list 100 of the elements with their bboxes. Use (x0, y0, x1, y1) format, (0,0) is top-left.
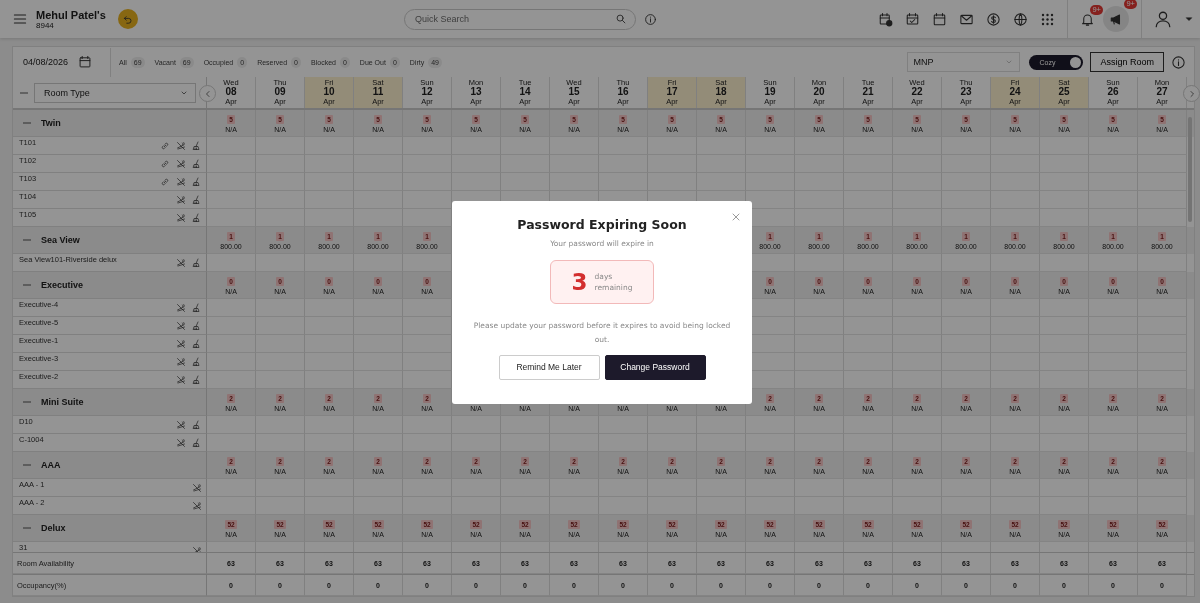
broom-icon[interactable] (192, 321, 202, 331)
date-label: 13 (470, 87, 482, 98)
calendar-check-icon[interactable] (905, 11, 920, 27)
no-smoking-icon[interactable] (176, 159, 186, 169)
dollar-icon[interactable] (986, 11, 1001, 27)
group-name: Delux (41, 523, 66, 533)
remind-later-button[interactable]: Remind Me Later (498, 354, 600, 380)
broom-icon[interactable] (192, 195, 202, 205)
date-label: 22 (911, 87, 923, 98)
no-smoking-icon[interactable] (176, 438, 186, 448)
no-smoking-icon[interactable] (176, 177, 186, 187)
globe-icon[interactable] (1013, 11, 1028, 27)
date-label: 09 (274, 87, 286, 98)
calendar-icon[interactable] (78, 55, 93, 69)
calendar-cell[interactable] (207, 317, 256, 335)
calendar-cell[interactable] (1138, 137, 1187, 155)
broom-icon[interactable] (192, 303, 202, 313)
no-smoking-icon[interactable] (176, 321, 186, 331)
days-count: 3 (571, 269, 588, 295)
calendar-cell[interactable] (1138, 155, 1187, 173)
bell-icon[interactable] (1080, 11, 1095, 27)
group-name: Executive (41, 280, 84, 290)
link-icon[interactable] (160, 159, 170, 169)
calendar-cell[interactable] (207, 353, 256, 371)
date-label: 11 (372, 87, 384, 98)
no-smoking-icon[interactable] (176, 258, 186, 268)
no-smoking-icon[interactable] (176, 375, 186, 385)
apps-icon[interactable] (1040, 11, 1055, 27)
broom-icon[interactable] (192, 141, 202, 151)
date-label: 23 (960, 87, 972, 98)
date-label: 19 (764, 87, 776, 98)
calendar-cell[interactable] (207, 299, 256, 317)
no-smoking-icon[interactable] (192, 483, 202, 493)
calendar-icon[interactable] (932, 11, 947, 27)
next-button[interactable] (1183, 85, 1200, 102)
date-label: 15 (568, 87, 580, 98)
no-smoking-icon[interactable] (192, 501, 202, 511)
link-icon[interactable] (160, 141, 170, 151)
broom-icon[interactable] (192, 357, 202, 367)
room-type-select[interactable]: Room Type (34, 82, 196, 103)
date-label: 14 (519, 87, 531, 98)
date-label: 25 (1058, 87, 1070, 98)
calendar-cell[interactable] (207, 479, 256, 497)
assign-room-button[interactable]: Assign Room (1090, 52, 1164, 72)
change-password-button[interactable]: Change Password (604, 354, 706, 380)
no-smoking-icon[interactable] (176, 357, 186, 367)
property-name: Mehul Patel's (36, 8, 106, 21)
calendar-cell[interactable] (1138, 173, 1187, 191)
no-smoking-icon[interactable] (176, 339, 186, 349)
date-label: 24 (1009, 87, 1021, 98)
broom-icon[interactable] (192, 177, 202, 187)
broom-icon[interactable] (192, 258, 202, 268)
announcement-button[interactable] (1103, 6, 1129, 32)
no-smoking-icon[interactable] (176, 420, 186, 430)
date-label: 17 (666, 87, 678, 98)
broom-icon[interactable] (192, 213, 202, 223)
group-name: Twin (41, 118, 61, 128)
undo-button[interactable] (117, 9, 138, 29)
rate-plan-dropdown[interactable]: MNP (907, 52, 1021, 72)
date-field[interactable]: 04/08/2026 (13, 47, 111, 77)
calendar-cell[interactable] (207, 137, 256, 155)
calendar-add-icon[interactable] (878, 11, 893, 27)
calendar-cell[interactable] (403, 191, 452, 209)
group-name: AAA (41, 460, 61, 470)
broom-icon[interactable] (192, 375, 202, 385)
no-smoking-icon[interactable] (176, 195, 186, 205)
previous-button[interactable] (199, 85, 216, 102)
date-label: 16 (617, 87, 629, 98)
date-label: 20 (813, 87, 825, 98)
broom-icon[interactable] (192, 420, 202, 430)
menu-icon[interactable] (12, 11, 28, 27)
group-name: Mini Suite (41, 397, 84, 407)
undo-icon (121, 13, 134, 25)
calendar-cell[interactable] (207, 335, 256, 353)
date-label: 27 (1156, 87, 1168, 98)
date-label: 26 (1107, 87, 1119, 98)
date-label: 21 (862, 87, 874, 98)
calendar-cell[interactable] (207, 173, 256, 191)
calendar-cell[interactable] (207, 155, 256, 173)
calendar-cell[interactable] (1138, 191, 1187, 209)
info-icon[interactable] (644, 12, 657, 26)
no-smoking-icon[interactable] (176, 213, 186, 223)
date-label: 08 (225, 87, 237, 98)
calendar-cell[interactable] (207, 416, 256, 434)
user-icon[interactable] (1154, 10, 1172, 28)
caret-icon[interactable] (1184, 14, 1194, 24)
no-smoking-icon[interactable] (176, 141, 186, 151)
close-icon[interactable] (730, 211, 742, 223)
group-name: Sea View (41, 235, 80, 245)
property-code: 8944 (36, 20, 55, 30)
search-icon[interactable] (615, 12, 627, 25)
link-icon[interactable] (160, 177, 170, 187)
search-field[interactable]: Quick Search (404, 8, 636, 30)
calendar-cell[interactable] (207, 191, 256, 209)
broom-icon[interactable] (192, 159, 202, 169)
no-smoking-icon[interactable] (176, 303, 186, 313)
broom-icon[interactable] (192, 339, 202, 349)
broom-icon[interactable] (192, 438, 202, 448)
info-icon[interactable] (1171, 54, 1186, 70)
date-label: 10 (323, 87, 335, 98)
